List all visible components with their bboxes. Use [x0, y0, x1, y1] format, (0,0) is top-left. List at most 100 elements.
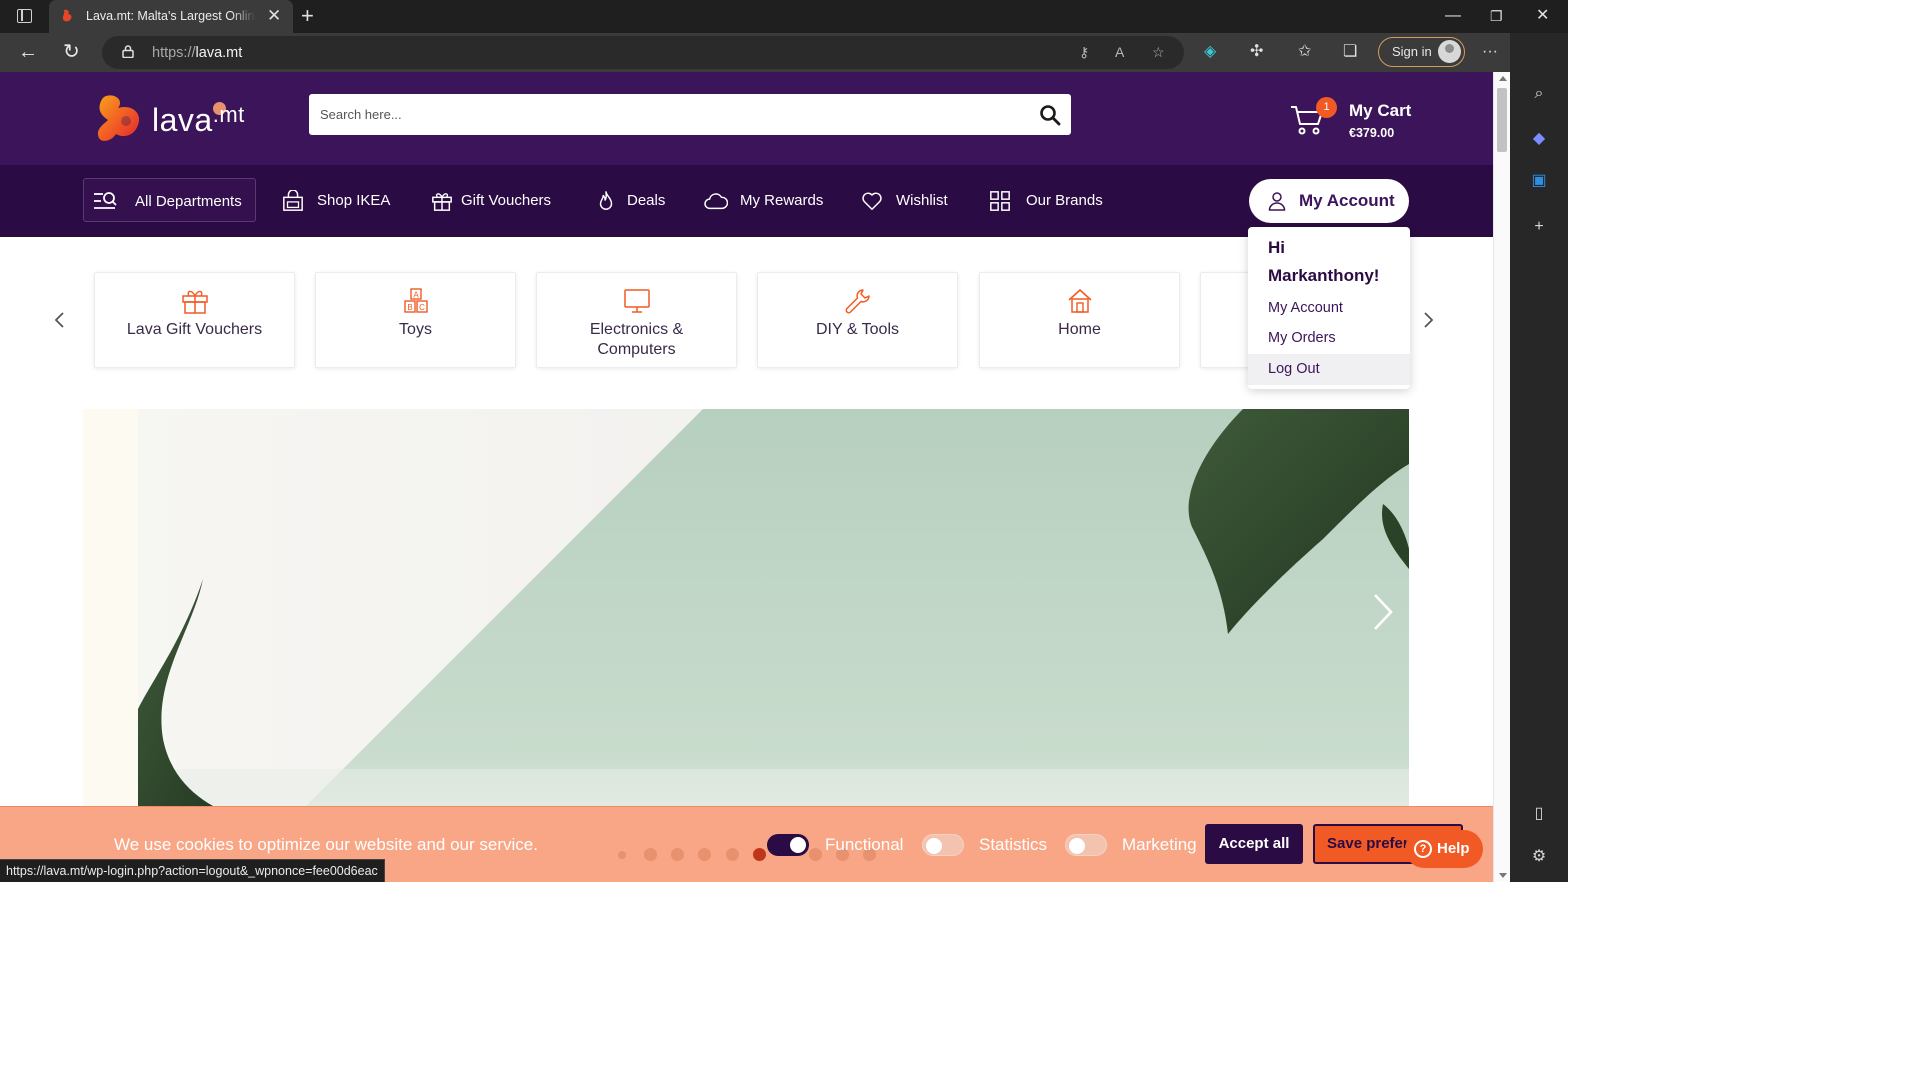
scroll-down-icon[interactable] [1499, 873, 1507, 878]
add-favorite-icon[interactable]: ☆ [1152, 44, 1165, 61]
collections-icon[interactable]: ❏ [1343, 43, 1357, 61]
cart-count-badge: 1 [1316, 97, 1337, 118]
pagination-dot[interactable] [809, 848, 822, 861]
settings-gear-icon[interactable]: ⚙ [1530, 848, 1548, 866]
search-input[interactable] [309, 94, 1029, 135]
restore-icon[interactable]: ❐ [1490, 4, 1503, 28]
svg-text:C: C [419, 303, 425, 312]
password-key-icon[interactable]: ⚷ [1079, 44, 1089, 61]
browser-tab[interactable]: Lava.mt: Malta's Largest Online M ✕ [49, 0, 293, 33]
toggle-marketing[interactable] [1065, 834, 1107, 856]
pagination-dot[interactable] [644, 848, 657, 861]
menu-search-icon [94, 192, 117, 209]
hero-next-icon[interactable] [1370, 592, 1396, 632]
all-departments-button[interactable]: All Departments [83, 178, 256, 222]
nav-shop-ikea-label: Shop IKEA [317, 192, 391, 209]
minimize-icon[interactable]: — [1445, 4, 1461, 28]
search-icon[interactable]: ⌕ [1530, 85, 1548, 103]
gift-icon [432, 193, 452, 211]
lava-logo-icon [97, 95, 140, 141]
pagination-dot[interactable] [698, 848, 711, 861]
menu-item-my-account[interactable]: My Account [1248, 293, 1410, 324]
user-icon [1268, 192, 1286, 211]
category-card-gift-vouchers[interactable]: Lava Gift Vouchers [94, 272, 295, 368]
outlook-icon[interactable]: ▣ [1530, 172, 1548, 190]
extension-icon[interactable]: ◈ [1204, 43, 1216, 61]
scroll-up-icon[interactable] [1499, 76, 1507, 81]
hero-side-strip [83, 409, 138, 819]
window-close-icon[interactable]: ✕ [1536, 4, 1549, 28]
toggle-functional[interactable] [767, 834, 809, 856]
my-account-button[interactable]: My Account [1249, 179, 1409, 223]
accept-all-button[interactable]: Accept all [1205, 824, 1303, 864]
pagination-dot[interactable] [726, 848, 739, 861]
cart-button[interactable]: 1 My Cart €379.00 [1290, 96, 1430, 146]
cookie-message: We use cookies to optimize our website a… [114, 835, 538, 854]
reload-icon[interactable]: ↻ [63, 40, 80, 64]
new-tab-icon[interactable]: + [301, 3, 314, 29]
heart-icon [862, 192, 882, 210]
status-bar-url: https://lava.mt/wp-login.php?action=logo… [0, 859, 385, 882]
toggle-statistics-label: Statistics [979, 835, 1048, 854]
category-card-diy-tools[interactable]: DIY & Tools [757, 272, 958, 368]
pagination-dot[interactable] [671, 848, 684, 861]
carousel-next-icon[interactable] [1421, 310, 1435, 330]
favorites-icon[interactable]: ✩ [1298, 43, 1311, 61]
search-icon[interactable] [1039, 104, 1061, 126]
sign-in-label: Sign in [1392, 44, 1432, 59]
flame-icon [599, 191, 613, 210]
help-label: Help [1437, 840, 1470, 857]
carousel-prev-icon[interactable] [53, 310, 67, 330]
menu-item-my-orders[interactable]: My Orders [1248, 323, 1410, 354]
sign-in-button[interactable]: Sign in [1378, 37, 1465, 67]
category-label: Lava Gift Vouchers [126, 321, 263, 338]
toggle-knob [1069, 838, 1085, 854]
category-card-electronics[interactable]: Electronics & Computers [536, 272, 737, 368]
extensions-puzzle-icon[interactable]: ✣ [1250, 43, 1263, 61]
sidebar-toggle-icon[interactable]: ▯ [1530, 805, 1548, 823]
hero-banner[interactable] [83, 409, 1409, 819]
shopping-bag-icon [283, 190, 303, 211]
lava-logo[interactable]: lava .mt [96, 92, 271, 148]
help-button[interactable]: ? Help [1405, 830, 1483, 868]
copilot-icon[interactable]: ◆ [1530, 130, 1548, 148]
nav-deals[interactable]: Deals [594, 165, 669, 237]
read-aloud-icon[interactable]: A [1115, 44, 1124, 60]
page-scrollbar[interactable] [1493, 72, 1510, 882]
category-label: Toys [399, 321, 432, 338]
more-menu-icon[interactable]: ··· [1482, 43, 1498, 61]
toggle-knob [790, 837, 806, 853]
menu-item-log-out[interactable]: Log Out [1248, 354, 1410, 385]
tab-close-icon[interactable]: ✕ [267, 6, 281, 26]
back-icon[interactable]: ← [18, 40, 38, 64]
wrench-icon [845, 289, 870, 314]
pagination-dot-active[interactable] [753, 848, 766, 861]
category-card-home[interactable]: Home [979, 272, 1180, 368]
house-icon [1067, 289, 1092, 313]
add-sidebar-app-icon[interactable]: + [1530, 218, 1548, 236]
account-dropdown: Hi Markanthony! My Account My Orders Log… [1248, 227, 1410, 389]
lava-favicon-icon [62, 9, 72, 22]
nav-shop-ikea[interactable]: Shop IKEA [281, 165, 391, 237]
lock-icon [122, 45, 134, 58]
all-departments-label: All Departments [135, 193, 242, 210]
svg-text:B: B [407, 303, 412, 312]
pagination-dot[interactable] [618, 851, 626, 859]
browser-address-bar: ← ↻ https://lava.mt ⚷ A ☆ ◈ ✣ ✩ ❏ Sign i… [0, 33, 1568, 72]
gift-icon [181, 290, 208, 314]
category-card-toys[interactable]: A B C Toys [315, 272, 516, 368]
scroll-thumb[interactable] [1497, 88, 1507, 152]
address-field[interactable]: https://lava.mt ⚷ A ☆ [102, 36, 1184, 69]
toggle-statistics[interactable] [922, 834, 964, 856]
nav-our-brands[interactable]: Our Brands [988, 165, 1106, 237]
toggle-marketing-label: Marketing [1122, 835, 1197, 854]
tab-title: Lava.mt: Malta's Largest Online M [86, 9, 256, 23]
nav-my-rewards[interactable]: My Rewards [704, 165, 826, 237]
question-mark-icon: ? [1414, 840, 1432, 858]
nav-wishlist[interactable]: Wishlist [860, 165, 955, 237]
grid-icon [990, 191, 1010, 211]
tab-actions-icon[interactable] [17, 9, 32, 23]
nav-gift-vouchers[interactable]: Gift Vouchers [430, 165, 555, 237]
cloud-icon [704, 193, 728, 210]
nav-my-rewards-label: My Rewards [740, 192, 824, 209]
